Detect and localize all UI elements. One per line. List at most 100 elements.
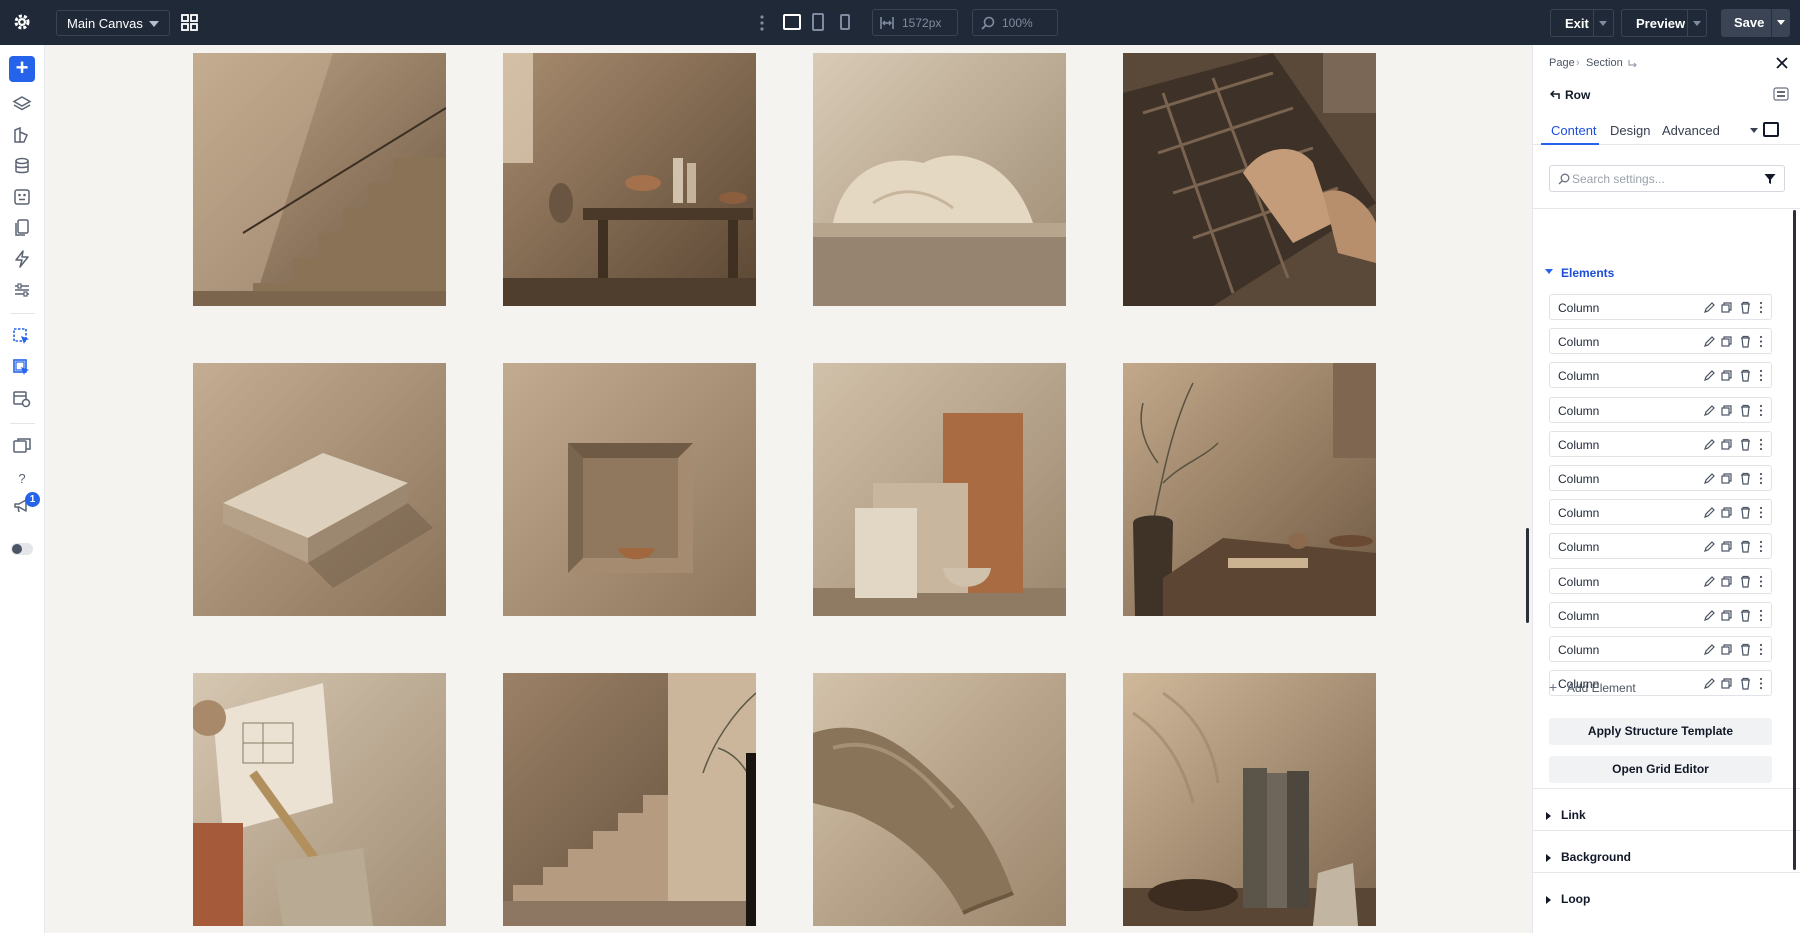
column-item-actions[interactable] [1703,472,1765,485]
elements-heading[interactable]: Elements [1561,266,1614,280]
preview-button[interactable]: Preview [1621,9,1707,37]
column-item[interactable]: Column [1549,533,1772,560]
panel-scrollbar[interactable] [1793,210,1796,870]
component-icon[interactable] [12,187,32,207]
column-item[interactable]: Column [1549,362,1772,389]
caret-down-icon[interactable] [1545,269,1553,274]
chevron-down-icon[interactable] [1777,20,1785,25]
section-link[interactable]: Link [1561,808,1586,822]
cursor-multi-select-icon[interactable] [12,358,32,378]
windows-icon[interactable] [12,437,32,457]
element-settings-icon[interactable] [1773,87,1789,101]
column-item-actions[interactable] [1703,575,1765,588]
tab-content[interactable]: Content [1551,123,1597,138]
material-samples-photo[interactable] [813,363,1066,616]
section-loop[interactable]: Loop [1561,892,1590,906]
column-item-actions[interactable] [1703,335,1765,348]
tab-advanced[interactable]: Advanced [1662,123,1720,138]
caret-right-icon[interactable] [1546,812,1551,820]
more-options-icon [1759,301,1763,314]
theme-toggle[interactable] [11,543,33,555]
caret-right-icon[interactable] [1546,854,1551,862]
save-button[interactable]: Save [1721,9,1790,37]
design-palette-icon[interactable] [12,125,32,145]
blueprints-ruler-photo[interactable] [193,673,446,926]
canvas-scrollbar[interactable] [1526,528,1529,623]
trash-icon [1741,404,1750,417]
column-item[interactable]: Column [1549,294,1772,320]
type-tray-hands-photo[interactable] [1123,53,1376,306]
chevron-down-icon[interactable] [1599,21,1607,26]
zoom-field[interactable]: 100% [972,9,1058,36]
canvas-width-field[interactable]: 1572px [872,9,958,36]
duplicate-icon [1721,302,1732,313]
search-input[interactable] [1572,170,1742,188]
more-options-icon [1759,678,1763,690]
section-background[interactable]: Background [1561,850,1631,864]
ceramics-table-photo[interactable] [503,53,756,306]
close-icon[interactable] [1775,56,1789,70]
column-item-actions[interactable] [1703,301,1765,314]
exit-button[interactable]: Exit [1550,9,1614,37]
back-arrow-icon[interactable] [1550,89,1562,101]
help-icon[interactable]: ? [12,468,32,488]
column-item-actions[interactable] [1703,438,1765,451]
column-item-actions[interactable] [1703,404,1765,417]
column-item-actions[interactable] [1703,506,1765,519]
linen-cloth-photo[interactable] [813,53,1066,306]
sliders-icon[interactable] [12,280,32,300]
filter-icon[interactable] [1764,173,1776,185]
layout-settings-icon[interactable] [12,389,32,409]
lightning-icon[interactable] [12,249,32,269]
desktop-view-icon[interactable] [783,14,801,30]
grid-layout-icon[interactable] [181,14,198,31]
gear-icon[interactable] [12,12,32,32]
column-item[interactable]: Column [1549,430,1772,457]
canvas-select[interactable]: Main Canvas [56,10,170,36]
database-icon[interactable] [12,156,32,176]
wall-niche-bowl-photo[interactable] [503,363,756,616]
breadcrumb-page[interactable]: Page [1549,57,1575,69]
add-element-button[interactable]: + Add Element [1549,679,1636,695]
tab-design[interactable]: Design [1610,123,1650,138]
chevron-down-icon[interactable] [1750,128,1758,133]
column-item-actions[interactable] [1703,643,1765,656]
cursor-select-icon[interactable] [12,327,32,347]
settings-search[interactable] [1549,165,1785,192]
exterior-stairs-photo[interactable] [503,673,756,926]
chevron-down-icon[interactable] [1693,21,1701,26]
column-item[interactable]: Column [1549,328,1772,355]
frame-view-icon[interactable] [1763,122,1779,137]
tablet-view-icon[interactable] [812,13,824,31]
staircase-photo[interactable] [193,53,446,306]
layers-icon[interactable] [12,94,32,114]
more-options-icon [1759,336,1763,348]
apply-structure-template-button[interactable]: Apply Structure Template [1549,718,1772,745]
column-item-actions[interactable] [1703,609,1765,622]
phone-view-icon[interactable] [840,14,850,30]
caret-right-icon[interactable] [1546,896,1551,904]
add-element-plus-icon[interactable]: + [9,56,35,82]
pages-icon[interactable] [12,218,32,238]
main-canvas[interactable] [45,45,1524,933]
folded-linen-photo[interactable] [813,673,1066,926]
column-item[interactable]: Column [1549,636,1772,662]
search-icon [1558,173,1570,185]
column-item[interactable]: Column [1549,465,1772,491]
open-grid-editor-button[interactable]: Open Grid Editor [1549,756,1772,783]
panel-tabs: Content Design Advanced [1533,113,1800,145]
column-item[interactable]: Column [1549,499,1772,526]
column-item-actions[interactable] [1703,369,1765,382]
breadcrumb-separator: › [1576,57,1580,69]
column-item-actions[interactable] [1703,540,1765,553]
edit-icon [1704,404,1715,416]
column-item[interactable]: Column [1549,567,1772,594]
column-item-actions[interactable] [1703,677,1765,690]
books-shadows-photo[interactable] [1123,673,1376,926]
olive-branch-table-photo[interactable] [1123,363,1376,616]
breadcrumb-section[interactable]: Section [1586,57,1623,69]
book-block-photo[interactable] [193,363,446,616]
column-item[interactable]: Column [1549,601,1772,628]
column-item[interactable]: Column [1549,396,1772,423]
more-options-icon[interactable] [760,13,764,33]
